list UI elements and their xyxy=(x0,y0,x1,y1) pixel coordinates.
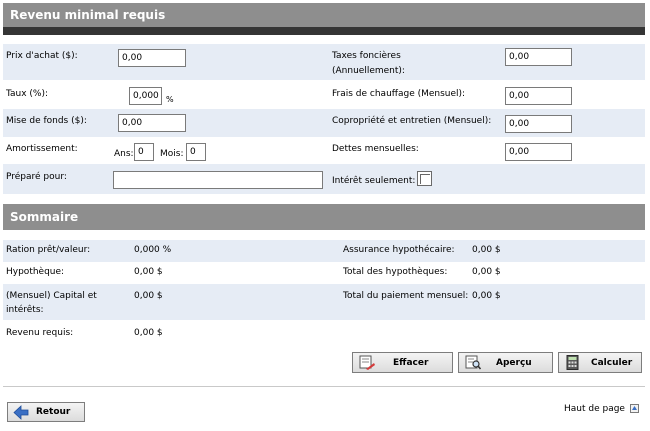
preview-icon xyxy=(465,355,482,370)
apercu-button[interactable]: Aperçu xyxy=(458,352,553,373)
ratio-value: 0,000 % xyxy=(134,245,172,255)
summary-row-2 xyxy=(3,262,645,284)
arrow-up-icon[interactable] xyxy=(630,404,639,413)
mise-de-fonds-input[interactable]: 0,00 xyxy=(118,114,186,132)
frais-chauffage-input[interactable]: 0,00 xyxy=(505,87,572,105)
revenu-requis-value: 0,00 $ xyxy=(134,328,163,338)
form-header: Revenu minimal requis xyxy=(3,3,645,27)
taux-input[interactable]: 0,000 xyxy=(129,87,162,105)
taxes-foncieres-label-line1: Taxes foncières xyxy=(332,51,401,61)
apercu-label: Aperçu xyxy=(496,358,532,368)
ans-input[interactable]: 0 xyxy=(134,143,154,161)
interet-seulement-label: Intérêt seulement: xyxy=(332,176,416,186)
taxes-foncieres-input[interactable]: 0,00 xyxy=(505,48,572,66)
footer-divider xyxy=(3,386,645,387)
total-hypotheques-value: 0,00 $ xyxy=(472,267,501,277)
copropriete-label: Copropriété et entretien (Mensuel): xyxy=(332,116,492,126)
assurance-value: 0,00 $ xyxy=(472,245,501,255)
ans-label: Ans: xyxy=(114,149,134,159)
amortissement-label: Amortissement: xyxy=(6,144,78,154)
prix-achat-label: Prix d'achat ($): xyxy=(6,51,78,61)
ratio-label: Ration prêt/valeur: xyxy=(6,245,91,255)
hypotheque-value: 0,00 $ xyxy=(134,267,163,277)
summary-header: Sommaire xyxy=(3,204,645,230)
interet-seulement-checkbox[interactable] xyxy=(417,171,432,186)
summary-row-3 xyxy=(3,284,645,320)
dettes-mensuelles-input[interactable]: 0,00 xyxy=(505,143,572,161)
frais-chauffage-label: Frais de chauffage (Mensuel): xyxy=(332,89,466,99)
retour-button[interactable]: Retour xyxy=(7,402,85,422)
retour-label: Retour xyxy=(36,407,71,417)
effacer-label: Effacer xyxy=(393,358,429,368)
form-row-5 xyxy=(3,164,645,194)
taux-percent-suffix: % xyxy=(166,95,174,104)
prepare-pour-input[interactable] xyxy=(113,171,323,189)
capital-interets-value: 0,00 $ xyxy=(134,291,163,301)
capital-interets-label-line1: (Mensuel) Capital et xyxy=(6,291,97,301)
total-hypotheques-label: Total des hypothèques: xyxy=(343,267,448,277)
total-paiement-label: Total du paiement mensuel: xyxy=(343,291,469,301)
back-arrow-icon xyxy=(13,405,29,420)
calculator-icon xyxy=(565,355,581,370)
summary-row-1 xyxy=(3,240,645,262)
prepare-pour-label: Préparé pour: xyxy=(6,172,67,182)
mois-input[interactable]: 0 xyxy=(186,143,206,161)
total-paiement-value: 0,00 $ xyxy=(472,291,501,301)
summary-title: Sommaire xyxy=(10,210,79,224)
mois-label: Mois: xyxy=(160,149,184,159)
form-title: Revenu minimal requis xyxy=(10,8,166,22)
copropriete-input[interactable]: 0,00 xyxy=(505,115,572,133)
taxes-foncieres-label-line2: (Annuellement): xyxy=(332,66,405,76)
taux-label: Taux (%): xyxy=(6,89,49,99)
prix-achat-input[interactable]: 0,00 xyxy=(118,49,186,67)
haut-de-page-link[interactable]: Haut de page xyxy=(564,403,625,416)
revenu-requis-label: Revenu requis: xyxy=(6,328,74,338)
dettes-mensuelles-label: Dettes mensuelles: xyxy=(332,144,419,154)
mise-de-fonds-label: Mise de fonds ($): xyxy=(6,116,87,126)
assurance-label: Assurance hypothécaire: xyxy=(343,245,455,255)
effacer-button[interactable]: Effacer xyxy=(352,352,453,373)
header-divider xyxy=(3,27,645,35)
calculer-button[interactable]: Calculer xyxy=(558,352,642,373)
eraser-icon xyxy=(359,355,375,370)
hypotheque-label: Hypothèque: xyxy=(6,267,65,277)
calculer-label: Calculer xyxy=(591,358,633,368)
capital-interets-label-line2: intérêts: xyxy=(6,305,44,315)
